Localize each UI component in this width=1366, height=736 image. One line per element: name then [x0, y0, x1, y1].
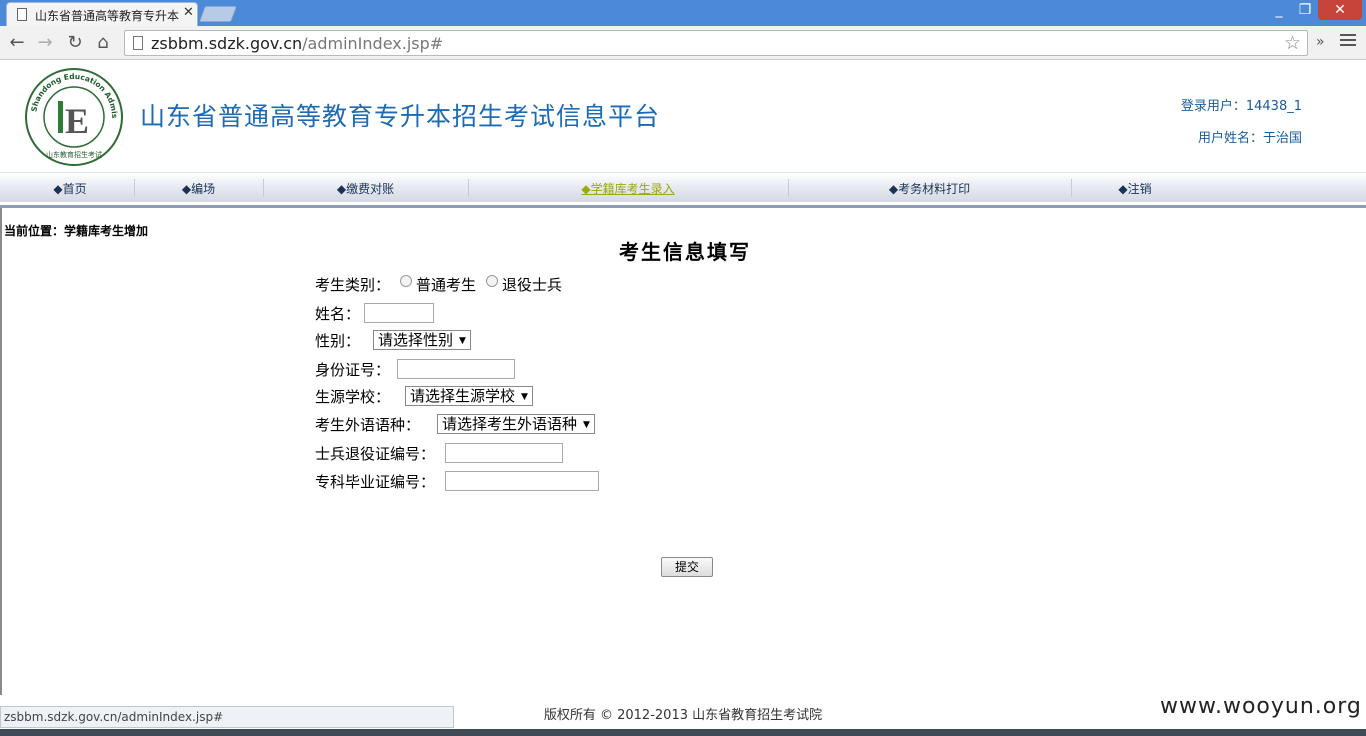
back-arrow-icon[interactable]: ← — [6, 32, 28, 54]
address-bar[interactable]: zsbbm.sdzk.gov.cn/adminIndex.jsp# ☆ — [124, 30, 1308, 56]
school-select[interactable]: 请选择生源学校 ▼ — [405, 386, 533, 406]
taskbar-strip — [0, 729, 1366, 736]
dropdown-arrow-icon: ▼ — [521, 392, 528, 402]
field-category: 考生类别： 普通考生 退役士兵 — [315, 273, 562, 295]
gender-select[interactable]: 请选择性别 ▼ — [373, 330, 471, 350]
site-title: 山东省普通高等教育专升本招生考试信息平台 — [140, 102, 661, 131]
field-diploma: 专科毕业证编号： — [315, 470, 600, 492]
url-domain: zsbbm.sdzk.gov.cn — [151, 34, 303, 53]
radio-veteran[interactable] — [486, 275, 499, 287]
submit-button[interactable]: 提交 — [661, 557, 713, 577]
dropdown-arrow-icon: ▼ — [583, 420, 590, 430]
field-gender: 性别： 请选择性别 ▼ — [315, 329, 471, 351]
watermark: www.wooyun.org — [1160, 694, 1362, 719]
id-number-input[interactable] — [397, 359, 516, 379]
main-nav: ◆首页 ◆编场 ◆缴费对账 ◆学籍库考生录入 ◆考务材料打印 ◆注销 — [0, 172, 1366, 202]
dropdown-arrow-icon: ▼ — [459, 336, 466, 346]
web-page: Shandong Education Admissions & Examinat… — [0, 61, 1366, 736]
gender-label: 性别： — [315, 331, 361, 350]
nav-item-payment[interactable]: ◆缴费对账 — [263, 173, 468, 203]
nav-item-arrange[interactable]: ◆编场 — [134, 173, 263, 203]
field-id: 身份证号： — [315, 358, 516, 380]
main-content: 当前位置：学籍库考生增加 考生信息填写 考生类别： 普通考生 退役士兵 姓名： … — [0, 208, 1366, 695]
browser-tab[interactable]: 山东省普通高等教育专升本 ✕ — [6, 2, 198, 26]
field-language: 考生外语语种： 请选择考生外语语种 ▼ — [315, 413, 595, 435]
login-user: 登录用户：14438_1 — [1180, 99, 1302, 114]
new-tab-button[interactable] — [199, 6, 237, 22]
school-select-value: 请选择生源学校 — [410, 387, 516, 405]
radio-regular[interactable] — [400, 275, 413, 287]
sdzk-logo-icon: Shandong Education Admissions & Examinat… — [24, 67, 123, 166]
reload-icon[interactable]: ↻ — [64, 32, 86, 54]
status-bar: zsbbm.sdzk.gov.cn/adminIndex.jsp# — [0, 706, 454, 728]
maximize-button[interactable]: ❐ — [1294, 0, 1316, 20]
logo-letter: E — [65, 101, 89, 141]
close-window-button[interactable]: ✕ — [1318, 0, 1362, 20]
nav-item-home[interactable]: ◆首页 — [6, 173, 134, 203]
bookmark-star-icon[interactable]: ☆ — [1284, 32, 1301, 54]
gender-select-value: 请选择性别 — [378, 331, 454, 349]
minimize-button[interactable]: _ — [1268, 0, 1290, 20]
diploma-label: 专科毕业证编号： — [315, 472, 436, 491]
diploma-input[interactable] — [445, 471, 600, 491]
browser-toolbar: ← → ↻ ⌂ zsbbm.sdzk.gov.cn/adminIndex.jsp… — [0, 26, 1366, 60]
browser-menu-icon[interactable] — [1340, 34, 1356, 49]
language-select[interactable]: 请选择考生外语语种 ▼ — [437, 414, 595, 434]
category-label: 考生类别： — [315, 275, 391, 294]
id-label: 身份证号： — [315, 360, 391, 379]
form-title: 考生信息填写 — [619, 240, 751, 264]
url-path: /adminIndex.jsp# — [302, 34, 444, 53]
field-school: 生源学校： 请选择生源学校 ▼ — [315, 385, 533, 407]
name-label: 姓名： — [315, 304, 361, 323]
user-info: 登录用户：14438_1 用户姓名：于治国 — [1140, 91, 1302, 155]
veteran-cert-label: 士兵退役证编号： — [315, 444, 436, 463]
more-bookmarks-icon[interactable]: » — [1316, 34, 1325, 50]
user-name: 用户姓名：于治国 — [1197, 131, 1302, 146]
tab-title: 山东省普通高等教育专升本 — [35, 9, 179, 23]
nav-item-logout[interactable]: ◆注销 — [1071, 173, 1199, 203]
field-name: 姓名： — [315, 302, 435, 324]
school-label: 生源学校： — [315, 387, 391, 406]
veteran-cert-input[interactable] — [445, 443, 564, 463]
language-label: 考生外语语种： — [315, 415, 421, 434]
page-favicon-icon — [17, 8, 27, 21]
browser-titlebar: 山东省普通高等教育专升本 ✕ _ ❐ ✕ — [0, 0, 1366, 26]
language-select-value: 请选择考生外语语种 — [442, 415, 578, 433]
name-input[interactable] — [364, 303, 435, 323]
tab-close-icon[interactable]: ✕ — [183, 5, 194, 20]
logo-bottom-text: 山东教育招生考试 — [46, 150, 102, 159]
nav-item-student-entry[interactable]: ◆学籍库考生录入 — [468, 173, 788, 203]
radio-regular-label[interactable]: 普通考生 — [416, 274, 476, 295]
page-icon — [133, 36, 143, 50]
home-icon[interactable]: ⌂ — [92, 32, 114, 54]
site-header: Shandong Education Admissions & Examinat… — [0, 61, 1366, 171]
field-veteran-cert: 士兵退役证编号： — [315, 442, 564, 464]
nav-item-print[interactable]: ◆考务材料打印 — [788, 173, 1071, 203]
forward-arrow-icon[interactable]: → — [34, 32, 56, 54]
radio-veteran-label[interactable]: 退役士兵 — [502, 274, 562, 295]
address-url[interactable]: zsbbm.sdzk.gov.cn/adminIndex.jsp# — [151, 34, 443, 53]
